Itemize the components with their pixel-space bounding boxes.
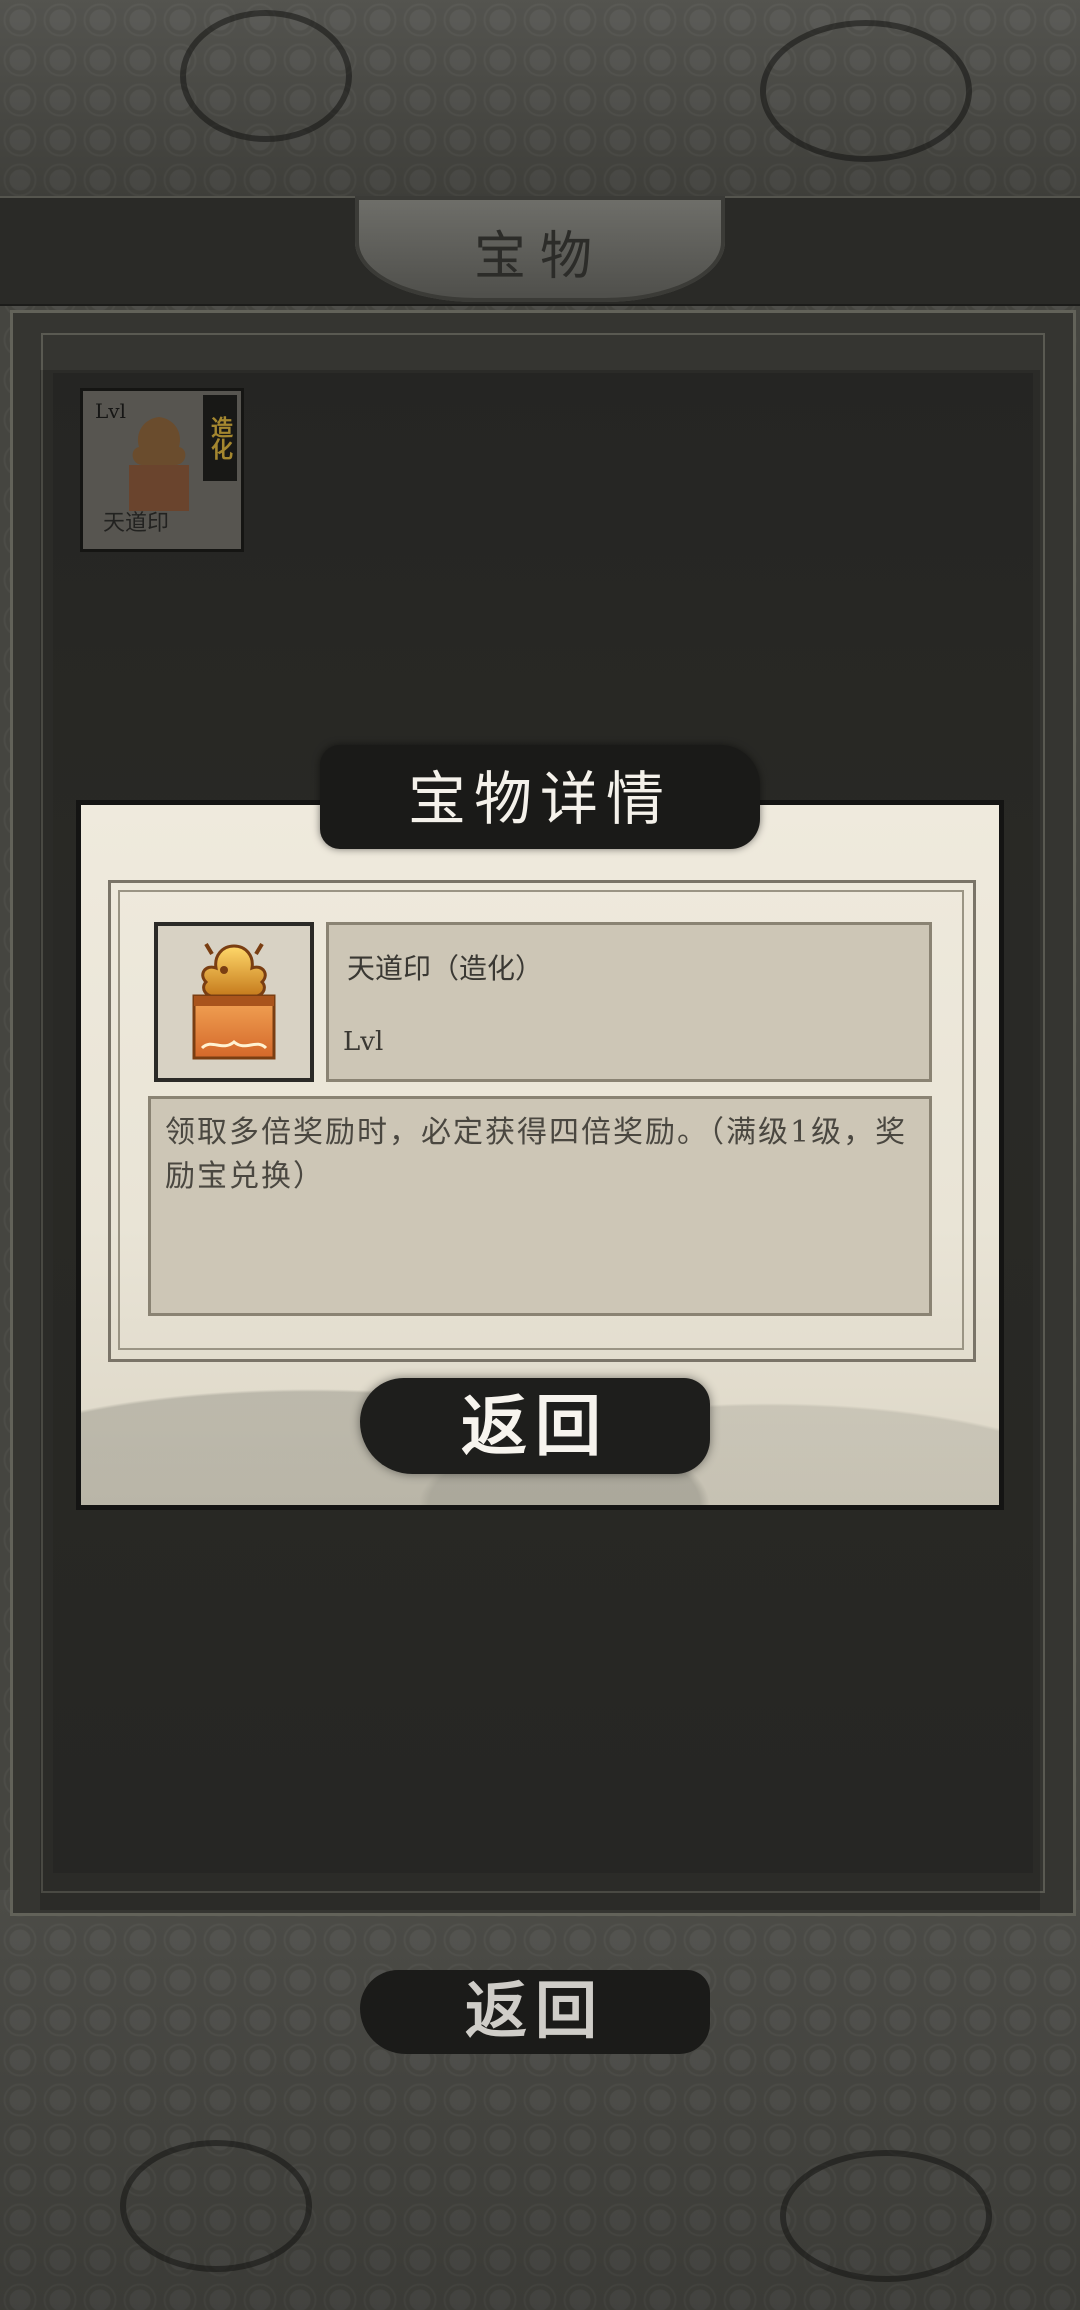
cloud-ornament	[760, 20, 972, 162]
cloud-ornament	[180, 10, 352, 142]
dialog-return-button[interactable]: 返回	[360, 1378, 710, 1474]
item-name: 天道印（造化）	[347, 952, 544, 985]
page-title: 宝物	[473, 227, 606, 287]
cloud-ornament	[120, 2140, 312, 2272]
item-icon-box	[154, 922, 314, 1082]
cloud-ornament	[780, 2150, 992, 2282]
item-description-box: 领取多倍奖励时，必定获得四倍奖励。（满级1级，奖励宝兑换）	[148, 1096, 932, 1316]
dialog-title: 宝物详情	[407, 765, 672, 833]
item-level: Lvl	[343, 1027, 384, 1057]
item-description: 领取多倍奖励时，必定获得四倍奖励。（满级1级，奖励宝兑换）	[165, 1115, 908, 1194]
return-button[interactable]: 返回	[360, 1966, 710, 2056]
dragon-seal-icon	[192, 942, 276, 1060]
item-info-box: 天道印（造化） Lvl	[326, 922, 932, 1082]
